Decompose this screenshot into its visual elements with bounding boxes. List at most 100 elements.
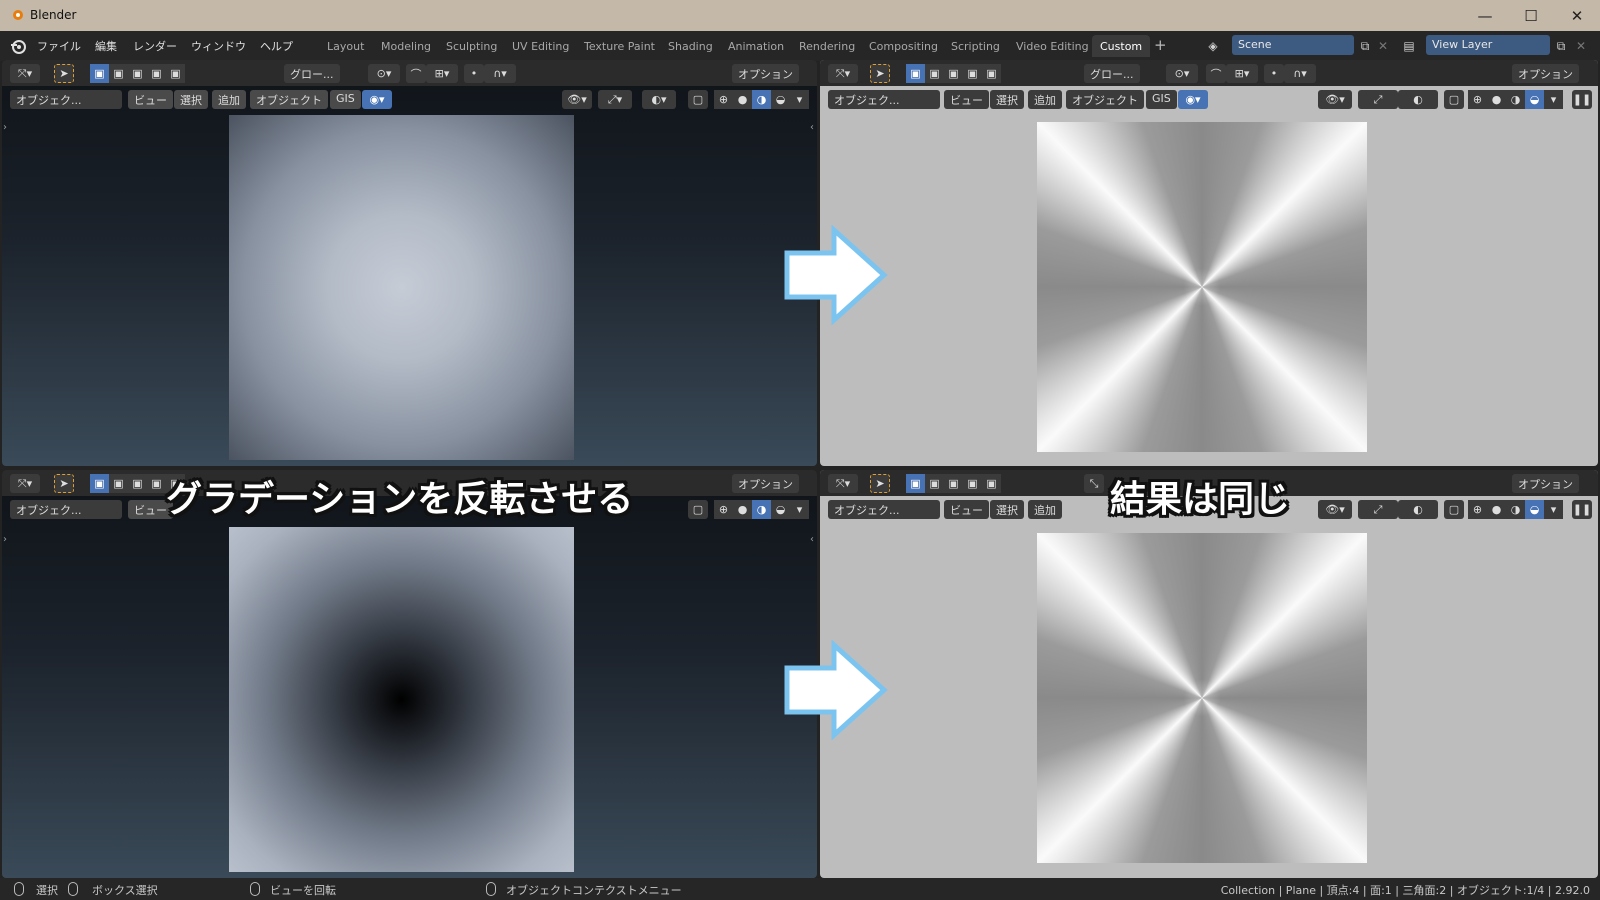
new-scene-icon[interactable]: ⧉: [1356, 37, 1374, 55]
gizmo-icon[interactable]: ⤢: [1358, 500, 1398, 519]
options-dropdown[interactable]: オプション: [1512, 474, 1579, 493]
xray-icon[interactable]: ▢: [1444, 90, 1464, 109]
proportional-edit-icon[interactable]: •: [464, 64, 484, 83]
editor-type-icon[interactable]: ⤧▾: [10, 64, 40, 83]
pause-render-icon[interactable]: ❚❚: [1572, 500, 1592, 519]
select-tool-icon[interactable]: ➤: [54, 64, 74, 83]
tab-custom[interactable]: Custom: [1092, 35, 1151, 57]
new-view-layer-icon[interactable]: ⧉: [1552, 37, 1570, 55]
tab-layout[interactable]: Layout: [319, 35, 372, 57]
select-mode-group[interactable]: ▣ ▣ ▣ ▣ ▣: [90, 64, 185, 83]
tab-scripting[interactable]: Scripting: [943, 35, 1008, 57]
shading-mode-group[interactable]: ⊕ ● ◑ ◒ ▾: [714, 500, 809, 519]
xray-icon[interactable]: ▢: [688, 500, 708, 519]
tab-uv-editing[interactable]: UV Editing: [504, 35, 577, 57]
options-dropdown[interactable]: オプション: [732, 64, 799, 83]
pivot-icon[interactable]: ⊙▾: [1166, 64, 1198, 83]
proportional-edit-icon[interactable]: •: [1264, 64, 1284, 83]
maximize-button[interactable]: ☐: [1508, 0, 1554, 31]
snap-icon[interactable]: ⌒: [406, 64, 426, 83]
xray-icon[interactable]: ▢: [1444, 500, 1464, 519]
tab-video-editing[interactable]: Video Editing: [1008, 35, 1097, 57]
visibility-icon[interactable]: 👁▾: [562, 90, 592, 109]
shading-mode-group[interactable]: ⊕ ● ◑ ◒ ▾: [714, 90, 809, 109]
menu-window[interactable]: ウィンドウ: [191, 38, 246, 54]
menu-add[interactable]: 追加: [212, 90, 246, 109]
tab-animation[interactable]: Animation: [720, 35, 792, 57]
pause-render-icon[interactable]: ❚❚: [1572, 90, 1592, 109]
gis-globe-icon[interactable]: ◉▾: [362, 90, 392, 109]
gizmo-icon[interactable]: ⤢▾: [598, 90, 632, 109]
viewport-bottom-left[interactable]: ⤧▾ ➤ ▣ ▣ ▣ ▣ ▣ オプション オブジェク... ビュー ▢ ⊕ ● ◑ ◒ ▾ › …: [2, 470, 817, 878]
view-layer-selector-icon[interactable]: ▤: [1400, 37, 1418, 55]
delete-scene-icon[interactable]: ✕: [1374, 37, 1392, 55]
overlay-icon[interactable]: ◐: [1398, 500, 1438, 519]
visibility-icon[interactable]: 👁▾: [1318, 90, 1352, 109]
menu-add[interactable]: 追加: [1028, 90, 1062, 109]
mode-dropdown[interactable]: オブジェク...: [828, 90, 940, 109]
tab-modeling[interactable]: Modeling: [373, 35, 439, 57]
transform-orientation-icon[interactable]: ⤡: [1084, 474, 1104, 493]
menu-select[interactable]: 選択: [174, 90, 208, 109]
visibility-icon[interactable]: 👁▾: [1318, 500, 1352, 519]
minimize-button[interactable]: —: [1462, 0, 1508, 31]
tab-shading[interactable]: Shading: [660, 35, 721, 57]
xray-icon[interactable]: ▢: [688, 90, 708, 109]
scene-selector-icon[interactable]: ◈: [1204, 37, 1222, 55]
sidebar-toggle-icon[interactable]: ‹: [810, 534, 814, 545]
mode-dropdown[interactable]: オブジェク...: [10, 500, 122, 519]
tab-texture-paint[interactable]: Texture Paint: [576, 35, 663, 57]
scene-field[interactable]: Scene: [1232, 35, 1354, 55]
menu-gis[interactable]: GIS: [330, 90, 361, 109]
select-mode-group[interactable]: ▣ ▣ ▣ ▣ ▣: [906, 64, 1001, 83]
menu-edit[interactable]: 編集: [95, 38, 117, 54]
viewport-bottom-right[interactable]: ⤧▾ ➤ ▣ ▣ ▣ ▣ ▣ ⤡ オプション オブジェク... ビュー 選択 追加 👁▾…: [820, 470, 1598, 878]
delete-view-layer-icon[interactable]: ✕: [1572, 37, 1590, 55]
menu-render[interactable]: レンダー: [133, 38, 177, 54]
add-workspace-button[interactable]: +: [1154, 36, 1167, 54]
toolbar-toggle-icon[interactable]: ›: [3, 534, 7, 545]
gis-globe-icon[interactable]: ◉▾: [1178, 90, 1208, 109]
pivot-icon[interactable]: ⊙▾: [368, 64, 400, 83]
viewport-top-right[interactable]: ⤧▾ ➤ ▣ ▣ ▣ ▣ ▣ グロー... ⊙▾ ⌒ ⊞▾ • ∩▾ オプション オブジ…: [820, 60, 1598, 466]
shading-mode-group[interactable]: ⊕ ● ◑ ◒ ▾: [1468, 500, 1563, 519]
close-button[interactable]: ✕: [1554, 0, 1600, 31]
overlay-icon[interactable]: ◐▾: [642, 90, 676, 109]
menu-view[interactable]: ビュー: [128, 90, 173, 109]
toolbar-toggle-icon[interactable]: ›: [3, 122, 7, 133]
editor-type-icon[interactable]: ⤧▾: [828, 474, 858, 493]
options-dropdown[interactable]: オプション: [1512, 64, 1579, 83]
menu-select[interactable]: 選択: [990, 500, 1024, 519]
transform-orientation-dropdown[interactable]: グロー...: [1084, 64, 1140, 83]
options-dropdown[interactable]: オプション: [732, 474, 799, 493]
mode-dropdown[interactable]: オブジェク...: [828, 500, 940, 519]
menu-object[interactable]: オブジェクト: [250, 90, 328, 109]
menu-add[interactable]: 追加: [1028, 500, 1062, 519]
menu-view[interactable]: ビュー: [944, 90, 989, 109]
menu-gis[interactable]: GIS: [1146, 90, 1177, 109]
snap-icon[interactable]: ⌒: [1206, 64, 1226, 83]
menu-object[interactable]: オブジェクト: [1066, 90, 1144, 109]
falloff-icon[interactable]: ∩▾: [484, 64, 516, 83]
tab-rendering[interactable]: Rendering: [791, 35, 863, 57]
snap-target-icon[interactable]: ⊞▾: [426, 64, 458, 83]
editor-type-icon[interactable]: ⤧▾: [828, 64, 858, 83]
menu-file[interactable]: ファイル: [37, 38, 81, 54]
sidebar-toggle-icon[interactable]: ‹: [810, 122, 814, 133]
menu-help[interactable]: ヘルプ: [260, 38, 293, 54]
transform-orientation-dropdown[interactable]: グロー...: [284, 64, 340, 83]
gizmo-icon[interactable]: ⤢: [1358, 90, 1398, 109]
shading-mode-group[interactable]: ⊕ ● ◑ ◒ ▾: [1468, 90, 1563, 109]
viewport-top-left[interactable]: ⤧▾ ➤ ▣ ▣ ▣ ▣ ▣ グロー... ⊙▾ ⌒ ⊞▾ • ∩▾ オプション オブジ…: [2, 60, 817, 466]
select-mode-group[interactable]: ▣ ▣ ▣ ▣ ▣: [906, 474, 1001, 493]
menu-view[interactable]: ビュー: [944, 500, 989, 519]
mode-dropdown[interactable]: オブジェク...: [10, 90, 122, 109]
select-tool-icon[interactable]: ➤: [870, 474, 890, 493]
tab-sculpting[interactable]: Sculpting: [438, 35, 505, 57]
overlay-icon[interactable]: ◐: [1398, 90, 1438, 109]
menu-select[interactable]: 選択: [990, 90, 1024, 109]
view-layer-field[interactable]: View Layer: [1426, 35, 1550, 55]
falloff-icon[interactable]: ∩▾: [1284, 64, 1316, 83]
select-tool-icon[interactable]: ➤: [870, 64, 890, 83]
blender-menu-icon[interactable]: [9, 37, 27, 55]
